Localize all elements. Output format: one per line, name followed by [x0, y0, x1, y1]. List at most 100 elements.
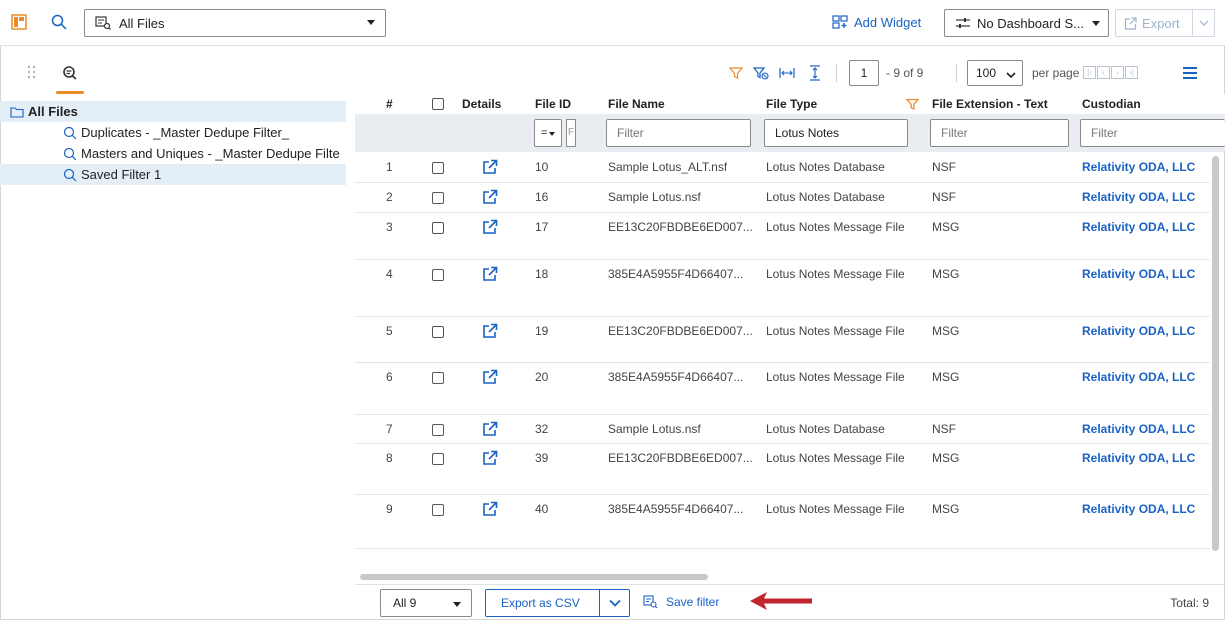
column-header-file-id[interactable]: File ID — [535, 94, 571, 114]
open-record-icon[interactable] — [482, 369, 498, 385]
dashboard-icon[interactable] — [9, 12, 29, 32]
cell-custodian[interactable]: Relativity ODA, LLC — [1082, 370, 1195, 384]
per-page-select[interactable]: 100 — [967, 60, 1023, 86]
cell-file-id: 17 — [535, 220, 549, 234]
table-row[interactable]: 8 39 EE13C20FBDBE6ED007... Lotus Notes Mess… — [355, 444, 1210, 495]
fit-height-icon[interactable] — [806, 64, 824, 82]
file-extension-filter-input[interactable]: Filter — [930, 119, 1069, 147]
file-type-filter-input[interactable]: Lotus Notes — [764, 119, 908, 147]
cell-custodian[interactable]: Relativity ODA, LLC — [1082, 324, 1195, 338]
open-record-icon[interactable] — [482, 189, 498, 205]
table-row[interactable]: 6 20 385E4A5955F4D66407... Lotus Notes Mess… — [355, 363, 1210, 415]
per-page-label: per page — [1032, 66, 1080, 80]
cell-custodian[interactable]: Relativity ODA, LLC — [1082, 267, 1195, 281]
file-id-operator-select[interactable]: = — [534, 119, 562, 147]
table-row[interactable]: 4 18 385E4A5955F4D66407... Lotus Notes Mess… — [355, 260, 1210, 317]
vertical-scrollbar[interactable] — [1212, 156, 1219, 551]
table-row[interactable]: 3 17 EE13C20FBDBE6ED007... Lotus Notes Mess… — [355, 213, 1210, 260]
column-header-file-name[interactable]: File Name — [608, 94, 665, 114]
table-row[interactable]: 7 32 Sample Lotus.nsf Lotus Notes Database N… — [355, 415, 1210, 444]
open-record-icon[interactable] — [482, 266, 498, 282]
add-widget-button[interactable]: Add Widget — [832, 12, 921, 32]
table-row[interactable]: 1 10 Sample Lotus_ALT.nsf Lotus Notes Datab… — [355, 153, 1210, 183]
page-number-input[interactable]: 1 — [849, 60, 879, 86]
cell-file-extension: MSG — [932, 451, 960, 465]
tree-item-all-files[interactable]: All Files — [0, 101, 346, 122]
saved-search-icon — [95, 16, 111, 30]
select-all-checkbox[interactable] — [432, 94, 444, 114]
table-row[interactable]: 9 40 385E4A5955F4D66407... Lotus Notes Mess… — [355, 495, 1210, 549]
export-csv-button[interactable]: Export as CSV — [485, 589, 630, 617]
menu-icon[interactable] — [1183, 67, 1197, 79]
cell-num: 8 — [386, 451, 393, 465]
cell-file-type: Lotus Notes Message File — [766, 324, 905, 338]
row-checkbox[interactable] — [432, 192, 444, 204]
row-checkbox[interactable] — [432, 453, 444, 465]
file-name-filter-input[interactable]: Filter — [606, 119, 751, 147]
export-button[interactable]: Export — [1115, 9, 1215, 37]
add-widget-label: Add Widget — [854, 14, 922, 30]
open-record-icon[interactable] — [482, 450, 498, 466]
column-header-num[interactable]: # — [386, 94, 393, 114]
tree-item-masters-uniques[interactable]: Masters and Uniques - _Master Dedupe Fil… — [0, 143, 346, 164]
column-header-file-type[interactable]: File Type — [766, 94, 817, 114]
tree-item-label: All Files — [28, 104, 78, 119]
cell-custodian[interactable]: Relativity ODA, LLC — [1082, 422, 1195, 436]
chevron-down-icon[interactable] — [1193, 20, 1214, 26]
clear-filter-icon[interactable] — [752, 64, 770, 82]
row-checkbox[interactable] — [432, 326, 444, 338]
cell-custodian[interactable]: Relativity ODA, LLC — [1082, 451, 1195, 465]
tree-item-duplicates[interactable]: Duplicates - _Master Dedupe Filter_ — [0, 122, 346, 143]
next-page-icon[interactable]: › — [1111, 66, 1124, 79]
row-checkbox[interactable] — [432, 504, 444, 516]
drag-handle-icon[interactable] — [28, 66, 38, 82]
table-row[interactable]: 5 19 EE13C20FBDBE6ED007... Lotus Notes Mess… — [355, 317, 1210, 363]
cell-custodian[interactable]: Relativity ODA, LLC — [1082, 220, 1195, 234]
tree-item-saved-filter-1[interactable]: Saved Filter 1 — [0, 164, 346, 185]
chevron-down-icon — [1006, 68, 1016, 82]
fit-width-icon[interactable] — [778, 64, 796, 82]
chevron-down-icon — [549, 132, 555, 136]
row-checkbox[interactable] — [432, 372, 444, 384]
open-record-icon[interactable] — [482, 501, 498, 517]
open-record-icon[interactable] — [482, 421, 498, 437]
dashboard-select[interactable]: No Dashboard S... — [944, 9, 1109, 37]
last-page-icon[interactable]: ›| — [1125, 66, 1138, 79]
first-page-icon[interactable]: |‹ — [1083, 66, 1096, 79]
column-header-details[interactable]: Details — [462, 94, 501, 114]
search-icon[interactable] — [49, 12, 69, 32]
cell-file-extension: MSG — [932, 502, 960, 516]
cell-file-id: 20 — [535, 370, 549, 384]
cell-file-id: 19 — [535, 324, 549, 338]
open-record-icon[interactable] — [482, 219, 498, 235]
open-record-icon[interactable] — [482, 159, 498, 175]
column-header-custodian[interactable]: Custodian — [1082, 94, 1141, 114]
cell-custodian[interactable]: Relativity ODA, LLC — [1082, 160, 1195, 174]
scope-select[interactable]: All 9 — [380, 589, 472, 617]
cell-file-extension: MSG — [932, 220, 960, 234]
cell-file-name: 385E4A5955F4D66407... — [608, 267, 744, 281]
filter-row: = F Filter Lotus Notes Filter Filter — [355, 114, 1225, 152]
cell-custodian[interactable]: Relativity ODA, LLC — [1082, 190, 1195, 204]
column-filter-active-icon[interactable] — [906, 94, 919, 114]
view-select[interactable]: All Files — [84, 9, 386, 37]
row-checkbox[interactable] — [432, 162, 444, 174]
filter-icon[interactable] — [727, 64, 745, 82]
custodian-filter-input[interactable]: Filter — [1080, 119, 1225, 147]
chevron-down-icon[interactable] — [600, 599, 629, 607]
file-id-filter-input[interactable]: F — [566, 119, 576, 147]
tab-saved-searches[interactable] — [56, 64, 84, 96]
table-row[interactable]: 2 16 Sample Lotus.nsf Lotus Notes Database N… — [355, 183, 1210, 213]
cell-num: 9 — [386, 502, 393, 516]
column-header-file-extension[interactable]: File Extension - Text — [932, 94, 1048, 114]
row-checkbox[interactable] — [432, 424, 444, 436]
chevron-down-icon — [367, 20, 375, 25]
row-checkbox[interactable] — [432, 269, 444, 281]
horizontal-scrollbar[interactable] — [360, 574, 708, 580]
open-record-icon[interactable] — [482, 323, 498, 339]
cell-custodian[interactable]: Relativity ODA, LLC — [1082, 502, 1195, 516]
prev-page-icon[interactable]: ‹ — [1097, 66, 1110, 79]
search-icon — [63, 147, 77, 161]
save-filter-button[interactable]: Save filter — [643, 595, 719, 609]
row-checkbox[interactable] — [432, 222, 444, 234]
